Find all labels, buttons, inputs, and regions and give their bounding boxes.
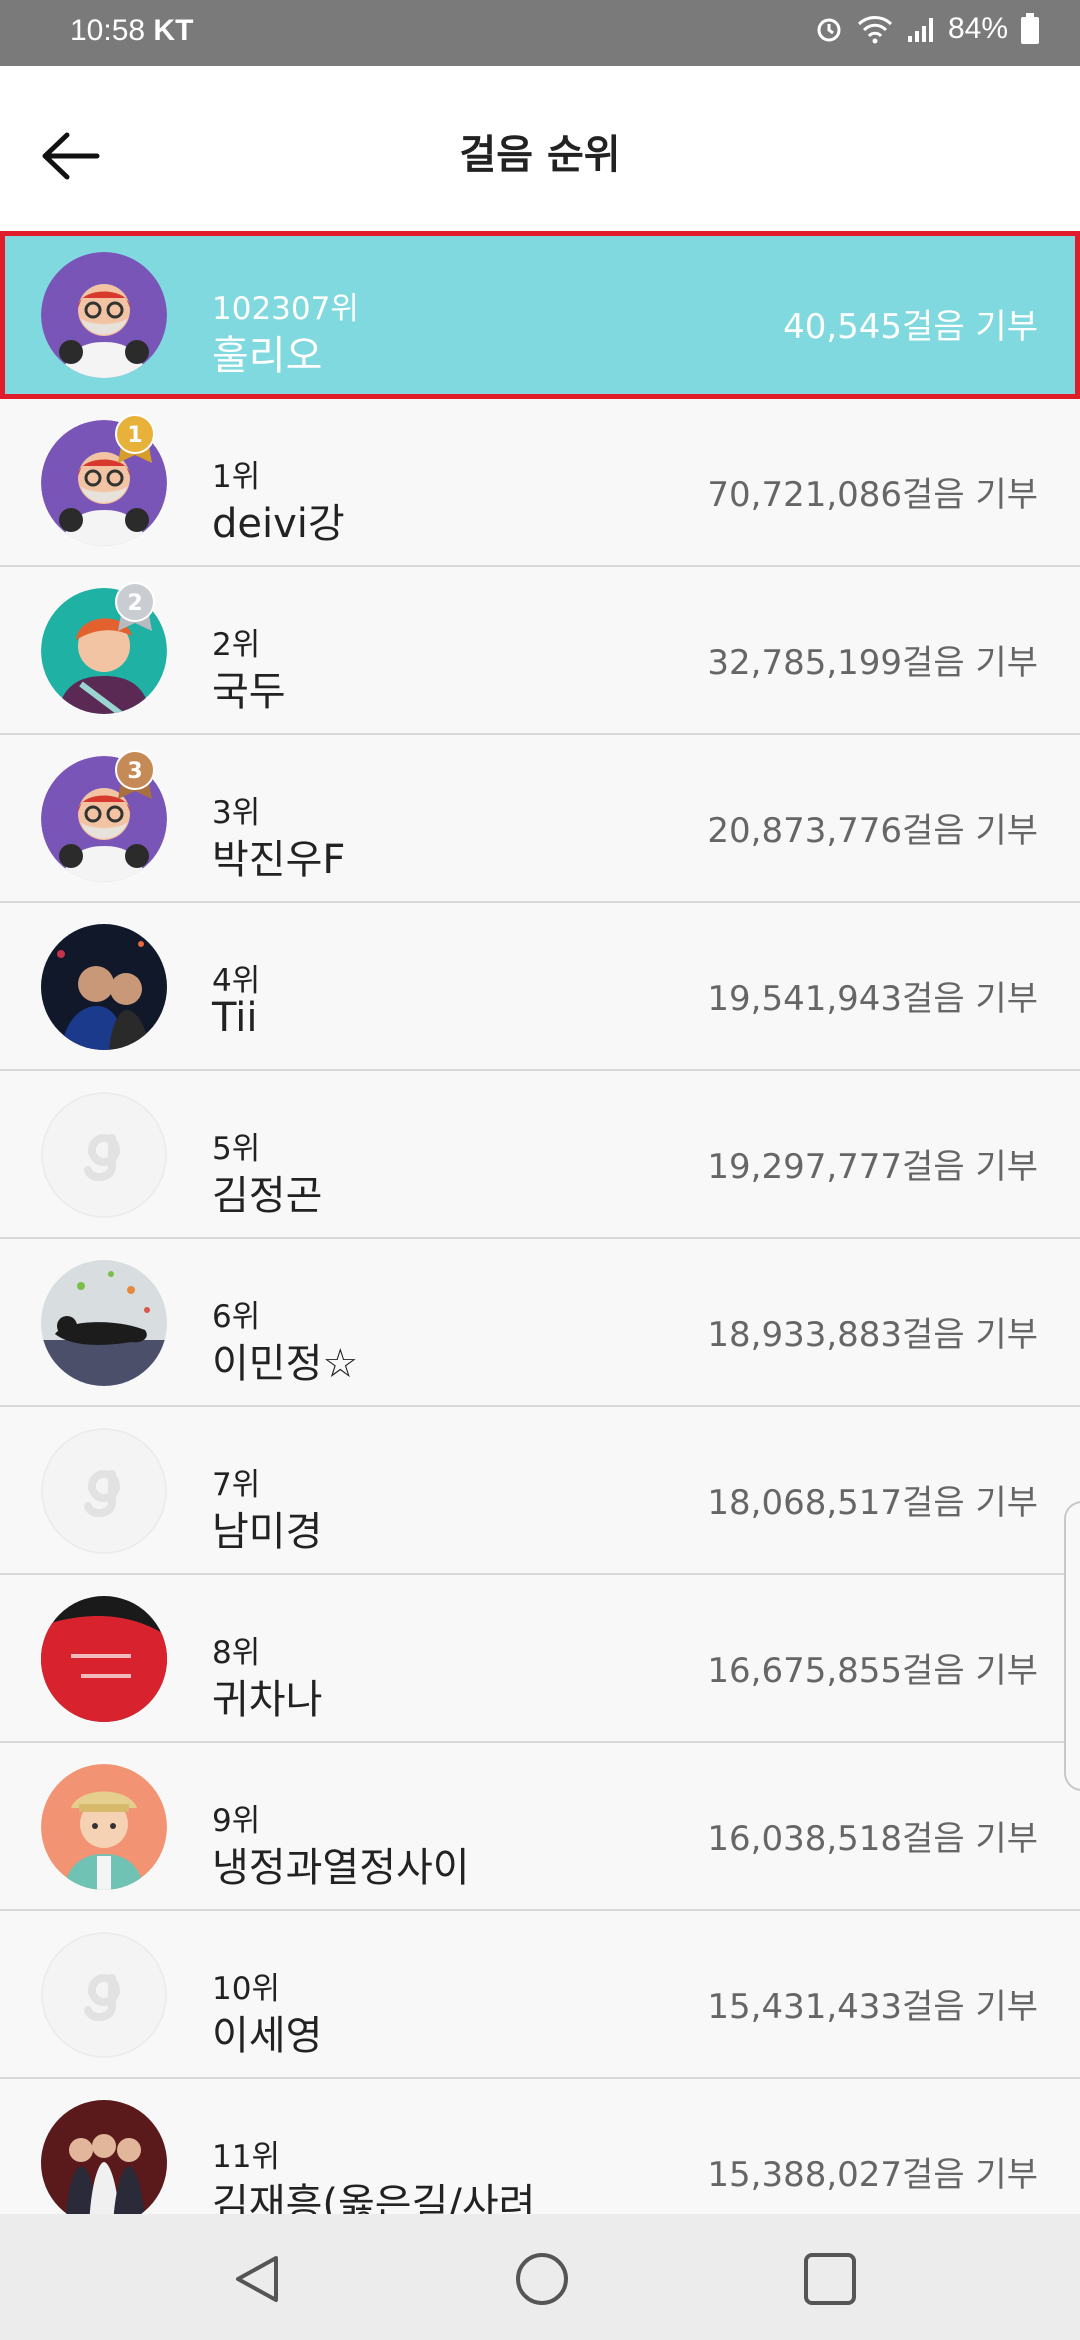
step-count: 16,675,855걸음 기부 [707, 1651, 1038, 1691]
photo-avatar [41, 924, 167, 1050]
nav-back-icon [236, 2256, 278, 2302]
step-count: 70,721,086걸음 기부 [707, 475, 1038, 515]
list-item[interactable]: 3 3위 박진우F 20,873,776걸음 기부 [0, 735, 1080, 903]
battery-icon [1021, 13, 1039, 44]
default-avatar [41, 1932, 167, 2058]
scroll-handle[interactable] [1064, 1501, 1080, 1791]
my-rank: 102307위 [212, 291, 359, 327]
silver-medal-icon: 2 [115, 582, 155, 631]
user-name: 박진우F [212, 837, 346, 883]
rank-label: 10위 [212, 1971, 280, 2007]
svg-text:3: 3 [127, 759, 142, 784]
hiker-avatar [41, 1764, 167, 1890]
list-item[interactable]: 4위 Tii 19,541,943걸음 기부 [0, 903, 1080, 1071]
rank-label: 8위 [212, 1635, 261, 1671]
list-item[interactable]: 5위 김정곤 19,297,777걸음 기부 [0, 1071, 1080, 1239]
bearded-man-avatar [41, 252, 167, 378]
my-steps: 40,545걸음 기부 [783, 307, 1038, 347]
battery-percent: 84% [947, 12, 1008, 45]
signal-icon [907, 18, 933, 42]
rank-label: 7위 [212, 1467, 261, 1503]
list-item[interactable]: 8위 귀차나 16,675,855걸음 기부 [0, 1575, 1080, 1743]
my-name: 훌리오 [212, 333, 323, 379]
rank-label: 6위 [212, 1299, 261, 1335]
step-count: 15,431,433걸음 기부 [707, 1987, 1038, 2027]
nav-home-icon [516, 2253, 568, 2305]
user-name: 김정곤 [212, 1173, 323, 1219]
ranking-list[interactable]: 102307위 훌리오 40,545걸음 기부 1 1위 deivi강 70,7… [0, 231, 1080, 2214]
step-count: 15,388,027걸음 기부 [707, 2155, 1038, 2195]
list-item[interactable]: 9위 냉정과열정사이 16,038,518걸음 기부 [0, 1743, 1080, 1911]
gold-medal-icon: 1 [115, 414, 155, 463]
nav-back-button[interactable] [222, 2244, 292, 2314]
group-photo-avatar [41, 2100, 167, 2214]
svg-text:2: 2 [127, 591, 142, 616]
user-name: 이세영 [212, 2013, 323, 2059]
cat-photo-avatar [41, 1260, 167, 1386]
user-name: 국두 [212, 669, 286, 715]
user-name: 냉정과열정사이 [212, 1845, 470, 1891]
rank-label: 1위 [212, 459, 261, 495]
user-name: 김재흥(옳은길/사려 [212, 2181, 536, 2214]
step-count: 18,933,883걸음 기부 [707, 1315, 1038, 1355]
step-count: 16,038,518걸음 기부 [707, 1819, 1038, 1859]
nav-recents-icon [804, 2253, 856, 2305]
list-item[interactable]: 10위 이세영 15,431,433걸음 기부 [0, 1911, 1080, 2079]
nav-recents-button[interactable] [795, 2244, 865, 2314]
step-count: 18,068,517걸음 기부 [707, 1483, 1038, 1523]
step-count: 19,541,943걸음 기부 [707, 979, 1038, 1019]
list-item[interactable]: 6위 이민정☆ 18,933,883걸음 기부 [0, 1239, 1080, 1407]
page-title: 걸음 순위 [459, 132, 621, 178]
alarm-icon [817, 18, 841, 42]
system-nav-bar [0, 2214, 1080, 2340]
status-time: 10:58 KT [70, 14, 194, 47]
list-item[interactable]: 2 2위 국두 32,785,199걸음 기부 [0, 567, 1080, 735]
user-name: 이민정☆ [212, 1341, 359, 1387]
rank-label: 11위 [212, 2139, 280, 2175]
list-item[interactable]: 11위 김재흥(옳은길/사려 15,388,027걸음 기부 [0, 2079, 1080, 2214]
rank-label: 5위 [212, 1131, 261, 1167]
default-avatar [41, 1092, 167, 1218]
rank-label: 3위 [212, 795, 261, 831]
red-shirt-photo-avatar [41, 1596, 167, 1722]
step-count: 20,873,776걸음 기부 [707, 811, 1038, 851]
my-rank-row[interactable]: 102307위 훌리오 40,545걸음 기부 [0, 231, 1080, 399]
user-name: 귀차나 [212, 1677, 323, 1723]
status-bar: 10:58 KT 84% [0, 0, 1080, 66]
list-item[interactable]: 1 1위 deivi강 70,721,086걸음 기부 [0, 399, 1080, 567]
step-count: 32,785,199걸음 기부 [707, 643, 1038, 683]
rank-label: 4위 [212, 963, 261, 999]
default-avatar [41, 1428, 167, 1554]
app-header: 걸음 순위 [0, 66, 1080, 231]
status-icons: 84% [814, 12, 1040, 46]
rank-label: 2위 [212, 627, 261, 663]
svg-text:1: 1 [127, 423, 142, 448]
wifi-icon [857, 16, 892, 44]
user-name: Tii [212, 995, 258, 1041]
rank-label: 9위 [212, 1803, 261, 1839]
nav-home-button[interactable] [507, 2244, 577, 2314]
user-name: deivi강 [212, 501, 345, 547]
step-count: 19,297,777걸음 기부 [707, 1147, 1038, 1187]
user-name: 남미경 [212, 1509, 323, 1555]
bronze-medal-icon: 3 [115, 750, 155, 799]
list-item[interactable]: 7위 남미경 18,068,517걸음 기부 [0, 1407, 1080, 1575]
